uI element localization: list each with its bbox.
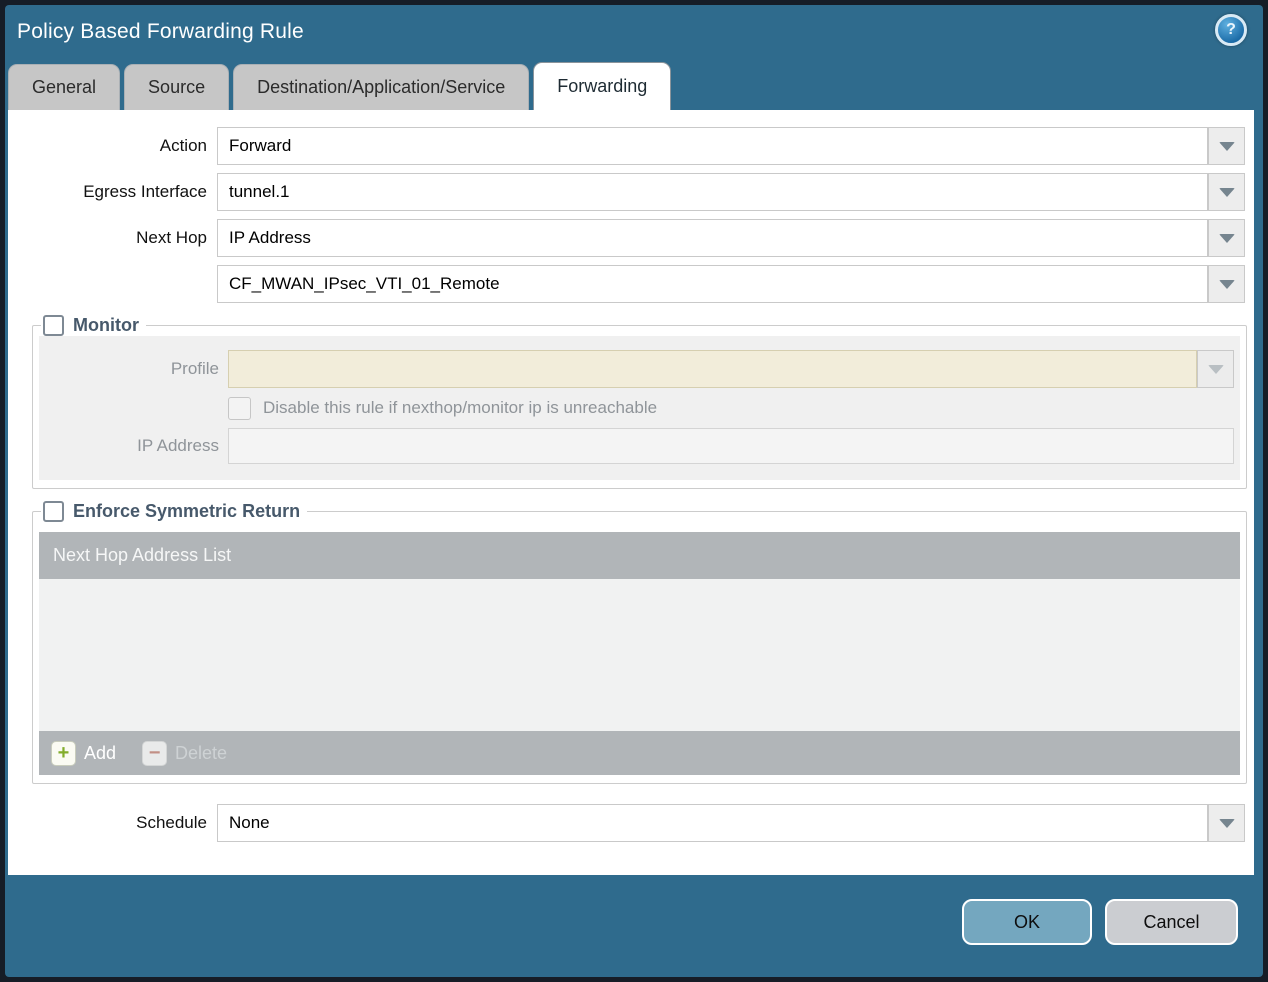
ok-button[interactable]: OK <box>962 899 1092 945</box>
plus-icon: + <box>51 740 76 766</box>
next-hop-address-row: CF_MWAN_IPsec_VTI_01_Remote <box>8 265 1245 303</box>
next-hop-address-dropdown-button[interactable] <box>1208 265 1245 303</box>
monitor-group: Monitor Profile Disable this rule if nex… <box>32 315 1247 489</box>
add-button-label: Add <box>84 742 117 763</box>
schedule-value: None <box>217 804 1208 842</box>
enforce-symmetric-return-group: Enforce Symmetric Return Next Hop Addres… <box>32 501 1247 784</box>
chevron-down-icon <box>1218 141 1235 151</box>
egress-interface-dropdown-button[interactable] <box>1208 173 1245 211</box>
cancel-button[interactable]: Cancel <box>1105 899 1238 945</box>
monitor-ip-address-input-disabled <box>228 428 1234 464</box>
next-hop-address-select[interactable]: CF_MWAN_IPsec_VTI_01_Remote <box>217 265 1245 303</box>
question-mark-glyph: ? <box>1226 21 1236 38</box>
monitor-legend: Monitor <box>41 315 146 336</box>
next-hop-address-list-header: Next Hop Address List <box>39 532 1240 579</box>
egress-interface-row: Egress Interface tunnel.1 <box>8 173 1245 211</box>
tab-destination-application-service[interactable]: Destination/Application/Service <box>233 64 530 110</box>
next-hop-address-list-body[interactable] <box>39 579 1240 731</box>
delete-button-label: Delete <box>175 742 228 763</box>
add-button[interactable]: + Add <box>51 740 117 766</box>
disable-rule-label: Disable this rule if nexthop/monitor ip … <box>263 398 658 417</box>
next-hop-type-value: IP Address <box>217 219 1208 257</box>
tab-bar: General Source Destination/Application/S… <box>8 62 1263 110</box>
dialog-footer: OK Cancel <box>5 875 1263 969</box>
disable-rule-row: Disable this rule if nexthop/monitor ip … <box>228 394 1240 422</box>
profile-select-disabled <box>228 350 1234 388</box>
action-dropdown-button[interactable] <box>1208 127 1245 165</box>
forwarding-panel: Action Forward Egress Interface tunnel.1… <box>8 110 1254 875</box>
action-select[interactable]: Forward <box>217 127 1245 165</box>
profile-label: Profile <box>170 359 219 378</box>
egress-interface-value: tunnel.1 <box>217 173 1208 211</box>
monitor-ip-address-row: IP Address <box>39 428 1240 464</box>
chevron-down-icon <box>1218 818 1235 828</box>
action-value: Forward <box>217 127 1208 165</box>
monitor-label: Monitor <box>73 315 139 335</box>
dialog-title: Policy Based Forwarding Rule <box>17 20 304 43</box>
next-hop-address-value: CF_MWAN_IPsec_VTI_01_Remote <box>217 265 1208 303</box>
next-hop-type-select[interactable]: IP Address <box>217 219 1245 257</box>
profile-dropdown-button-disabled <box>1197 350 1234 388</box>
help-icon[interactable]: ? <box>1215 14 1247 46</box>
action-label: Action <box>159 136 207 155</box>
enforce-symmetric-return-label: Enforce Symmetric Return <box>73 501 301 521</box>
monitor-ip-address-label: IP Address <box>137 436 219 455</box>
policy-based-forwarding-dialog: Policy Based Forwarding Rule ? General S… <box>5 5 1263 977</box>
title-bar: Policy Based Forwarding Rule ? <box>5 5 1263 63</box>
next-hop-row: Next Hop IP Address <box>8 219 1245 257</box>
schedule-dropdown-button[interactable] <box>1208 804 1245 842</box>
tab-general[interactable]: General <box>8 64 121 110</box>
egress-interface-select[interactable]: tunnel.1 <box>217 173 1245 211</box>
minus-icon: − <box>142 740 168 766</box>
next-hop-address-list-table: Next Hop Address List + Add − Delete <box>39 532 1240 775</box>
schedule-row: Schedule None <box>8 804 1245 842</box>
next-hop-dropdown-button[interactable] <box>1208 219 1245 257</box>
profile-row: Profile <box>39 350 1240 388</box>
enforce-symmetric-return-checkbox[interactable] <box>43 501 64 522</box>
schedule-label: Schedule <box>136 813 207 832</box>
next-hop-label: Next Hop <box>136 228 207 247</box>
action-row: Action Forward <box>8 127 1245 165</box>
egress-interface-label: Egress Interface <box>83 182 207 201</box>
delete-button-disabled: − Delete <box>142 740 228 766</box>
chevron-down-icon <box>1207 364 1224 374</box>
tab-source[interactable]: Source <box>124 64 230 110</box>
schedule-select[interactable]: None <box>217 804 1245 842</box>
chevron-down-icon <box>1218 187 1235 197</box>
disable-rule-checkbox-disabled <box>228 396 251 420</box>
chevron-down-icon <box>1218 233 1235 243</box>
enforce-symmetric-return-legend: Enforce Symmetric Return <box>41 501 307 522</box>
monitor-panel: Profile Disable this rule if nexthop/mon… <box>39 336 1240 480</box>
tab-forwarding[interactable]: Forwarding <box>533 62 672 110</box>
profile-value <box>228 350 1197 388</box>
next-hop-address-list-toolbar: + Add − Delete <box>39 731 1240 775</box>
monitor-checkbox[interactable] <box>43 315 64 336</box>
chevron-down-icon <box>1218 279 1235 289</box>
